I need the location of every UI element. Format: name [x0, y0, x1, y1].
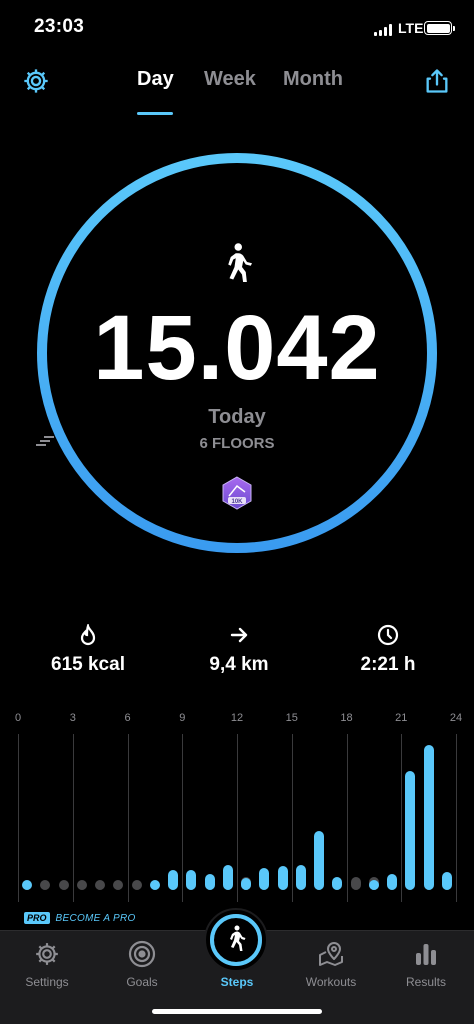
hour-bar[interactable] [40, 880, 51, 890]
tab-bar-goals-label: Goals [126, 975, 158, 989]
x-tick-label: 18 [340, 712, 353, 724]
gridline [401, 734, 402, 902]
target-icon [102, 939, 182, 969]
badge-label: 10K [231, 499, 243, 505]
floors-value: 6 FLOORS [199, 435, 275, 452]
hour-bar[interactable] [423, 745, 434, 890]
gear-icon[interactable] [19, 64, 53, 98]
steps-fab-button[interactable] [204, 908, 268, 972]
floors-summary: 6 FLOORS [34, 435, 440, 452]
tab-bar-steps-label: Steps [220, 975, 254, 989]
hour-bar[interactable] [113, 880, 124, 890]
header: Day Week Month [0, 56, 474, 115]
x-tick-label: 12 [230, 712, 244, 724]
hourly-steps-chart[interactable]: 0 3 6 9 12 15 18 21 24 [0, 712, 474, 908]
network-type: LTE [398, 20, 424, 36]
clock-icon [318, 624, 458, 646]
gridline [18, 734, 19, 902]
flame-icon [18, 624, 158, 646]
tab-month[interactable]: Month [283, 68, 343, 91]
tab-bar-results[interactable]: Results [386, 939, 466, 989]
x-tick-label: 9 [179, 712, 186, 724]
share-icon[interactable] [420, 64, 454, 98]
tab-bar-results-label: Results [405, 975, 446, 989]
tab-bar-workouts[interactable]: Workouts [291, 939, 371, 989]
hour-bar[interactable] [241, 878, 252, 890]
x-tick-label: 24 [449, 712, 463, 724]
become-pro-link[interactable]: PRO BECOME A PRO [24, 912, 136, 924]
hour-bar[interactable] [441, 871, 452, 890]
step-progress-ring[interactable]: 15.042 Today 6 FLOORS 10K [34, 150, 440, 556]
gridline [456, 734, 457, 902]
x-tick-label: 21 [395, 712, 408, 724]
x-tick-label: 6 [124, 712, 131, 724]
tab-day[interactable]: Day [137, 68, 174, 91]
tab-week[interactable]: Week [204, 68, 256, 91]
battery-icon [424, 21, 455, 35]
tab-bar-workouts-label: Workouts [305, 975, 357, 989]
hour-bar[interactable] [131, 880, 142, 890]
hour-bar[interactable] [204, 873, 215, 890]
arrow-right-icon [169, 624, 309, 646]
hour-bar[interactable] [350, 876, 361, 890]
home-indicator [152, 1009, 322, 1014]
hour-bar[interactable] [76, 880, 87, 890]
pro-text: BECOME A PRO [55, 912, 136, 924]
tab-bar-settings-label: Settings [25, 975, 69, 989]
signal-icon [374, 24, 392, 36]
calories-stat: 615 kcal [18, 624, 158, 676]
calories-value: 615 kcal [51, 654, 125, 675]
active-tab-indicator [137, 112, 173, 115]
hour-bar[interactable] [149, 880, 160, 890]
status-bar: 23:03 LTE [0, 0, 474, 56]
stats-row: 615 kcal 9,4 km 2:21 h [0, 624, 474, 684]
duration-value: 2:21 h [360, 654, 416, 675]
hour-bar[interactable] [259, 868, 270, 890]
hour-bar[interactable] [387, 873, 398, 890]
gridline [182, 734, 183, 902]
hour-bar[interactable] [295, 864, 306, 890]
distance-stat: 9,4 km [169, 624, 309, 676]
hour-bar[interactable] [168, 870, 179, 890]
x-tick-label: 3 [69, 712, 76, 724]
gridline [292, 734, 293, 902]
bar-chart-icon [386, 939, 466, 969]
gridline [347, 734, 348, 902]
status-time: 23:03 [34, 16, 85, 37]
tab-bar-goals[interactable]: Goals [102, 939, 182, 989]
hour-bar[interactable] [186, 870, 197, 890]
hour-bar[interactable] [22, 880, 33, 890]
tab-bar-settings[interactable]: Settings [7, 939, 87, 989]
period-label: Today [208, 406, 266, 428]
walker-icon [230, 925, 246, 951]
gridline [237, 734, 238, 902]
hour-bar[interactable] [332, 876, 343, 890]
hour-bar[interactable] [58, 880, 69, 890]
hour-bar[interactable] [368, 880, 379, 890]
distance-value: 9,4 km [209, 654, 269, 675]
hour-bar[interactable] [222, 864, 233, 890]
gridline [73, 734, 74, 902]
pro-badge: PRO [24, 912, 50, 924]
stairs-icon [36, 436, 54, 446]
hour-bar[interactable] [95, 880, 106, 890]
x-tick-label: 0 [14, 712, 22, 724]
step-count: 15.042 [93, 297, 381, 399]
x-tick-label: 15 [285, 712, 298, 724]
hour-bar[interactable] [314, 830, 325, 890]
gridline [128, 734, 129, 902]
hour-bar[interactable] [405, 771, 416, 890]
gear-icon [7, 939, 87, 969]
hour-bar[interactable] [277, 865, 288, 890]
duration-stat: 2:21 h [318, 624, 458, 676]
map-pin-icon [291, 939, 371, 969]
